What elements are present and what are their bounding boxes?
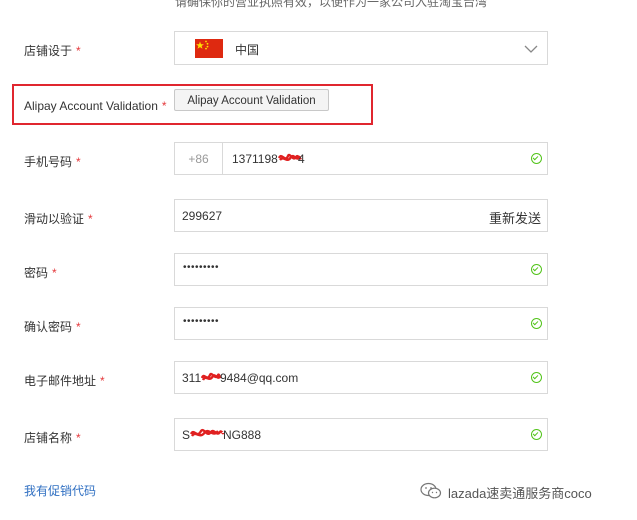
store-name-label: 店铺名称 * <box>24 431 81 445</box>
redaction-scribble <box>190 428 224 437</box>
valid-check-icon <box>531 263 542 275</box>
valid-check-icon <box>531 152 542 164</box>
china-flag-icon <box>195 39 223 58</box>
email-input[interactable]: 311 9484@qq.com <box>174 361 548 394</box>
valid-check-icon <box>531 317 542 329</box>
store-location-select[interactable]: 中国 <box>174 31 548 65</box>
required-mark: * <box>76 44 81 58</box>
phone-value-tail: 4 <box>298 152 305 166</box>
confirm-password-masked-value: ••••••••• <box>183 316 220 327</box>
email-label: 电子邮件地址 * <box>24 374 105 388</box>
redaction-scribble <box>201 372 221 381</box>
resend-code-link[interactable]: 重新发送 <box>489 208 541 227</box>
valid-check-icon <box>531 371 542 383</box>
promo-code-link[interactable]: 我有促销代码 <box>24 482 96 499</box>
store-name-input[interactable]: S NG888 <box>174 418 548 451</box>
password-input[interactable]: ••••••••• <box>174 253 548 286</box>
required-mark: * <box>100 374 105 388</box>
wechat-icon <box>420 482 442 499</box>
email-value-head: 311 <box>182 371 202 385</box>
required-mark: * <box>161 99 167 113</box>
required-mark: * <box>76 431 81 445</box>
required-mark: * <box>76 155 81 169</box>
captcha-input[interactable]: 299627 重新发送 <box>174 199 548 232</box>
password-label: 密码 * <box>24 266 57 280</box>
store-location-value: 中国 <box>235 43 260 57</box>
watermark-text: lazada速卖通服务商coco <box>448 486 592 501</box>
top-note: 请确保你的营业执照有效，以便作为一家公司入驻淘宝台湾 <box>175 0 488 9</box>
password-masked-value: ••••••••• <box>183 262 220 273</box>
email-value-tail: 9484@qq.com <box>220 371 299 385</box>
alipay-validation-button[interactable]: Alipay Account Validation <box>174 89 329 111</box>
required-mark: * <box>88 212 93 226</box>
captcha-value: 299627 <box>182 209 223 223</box>
phone-label: 手机号码 * <box>24 155 81 169</box>
country-code-prefix[interactable]: +86 <box>175 143 223 174</box>
store-name-value-tail: NG888 <box>223 428 262 442</box>
required-mark: * <box>52 266 57 280</box>
valid-check-icon <box>531 428 542 440</box>
store-location-label: 店铺设于 * <box>24 44 81 58</box>
confirm-password-input[interactable]: ••••••••• <box>174 307 548 340</box>
store-name-value-head: S <box>182 428 191 442</box>
required-mark: * <box>76 320 81 334</box>
phone-value: 1371198 <box>232 152 278 166</box>
phone-field[interactable]: +86 1371198 4 <box>174 142 548 175</box>
alipay-label: Alipay Account Validation * <box>24 99 167 113</box>
confirm-password-label: 确认密码 * <box>24 320 81 334</box>
captcha-label: 滑动以验证 * <box>24 212 93 226</box>
chevron-down-icon[interactable] <box>524 42 538 56</box>
